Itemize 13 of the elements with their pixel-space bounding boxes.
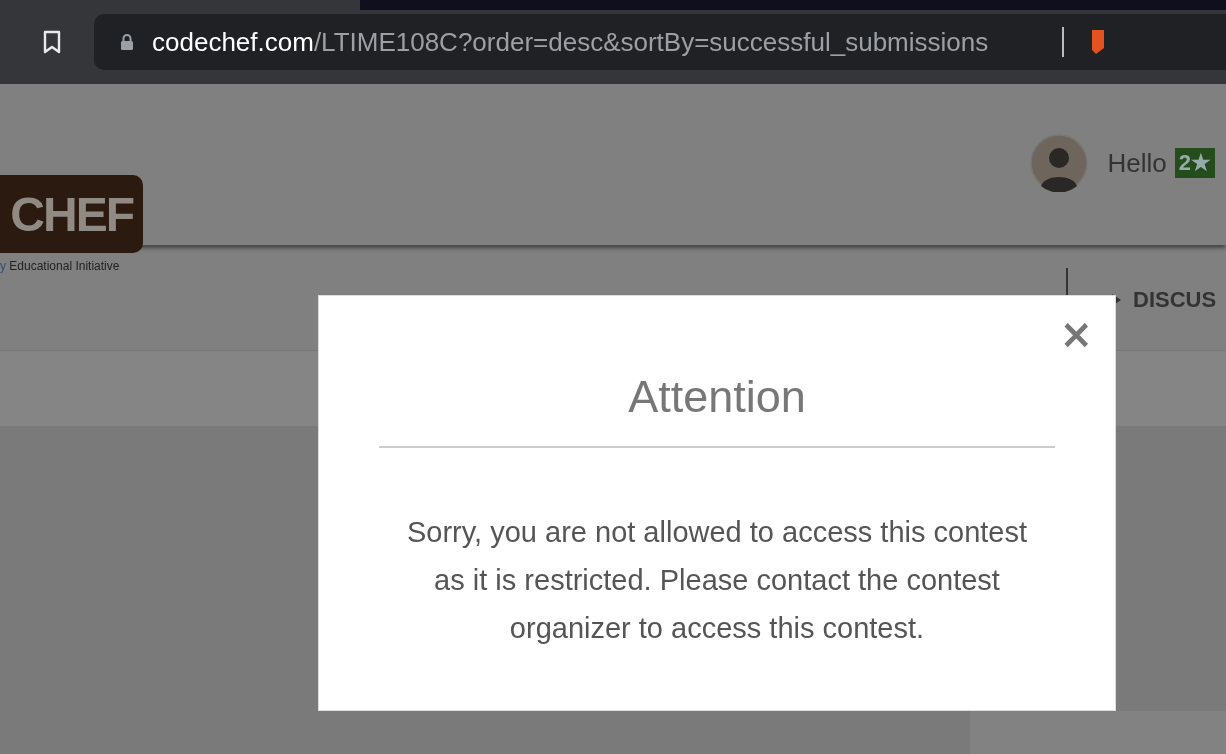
close-button[interactable]: × — [1057, 314, 1095, 354]
bookmark-icon[interactable] — [42, 30, 62, 54]
logo[interactable]: CHEF — [0, 175, 143, 253]
address-bar[interactable]: codechef.com/LTIME108C?order=desc&sortBy=successful_submissions — [94, 14, 1226, 70]
logo-tagline: y Educational Initiative — [0, 259, 121, 273]
shield-icon[interactable] — [1090, 28, 1105, 56]
url-text: codechef.com/LTIME108C?order=desc&sortBy=successful_submissions — [152, 26, 989, 58]
lock-icon — [120, 33, 134, 51]
modal-message: Sorry, you are not allowed to access this contest as it is restricted. Please contact the contest organizer to access this contest. — [405, 515, 1028, 646]
modal-title: Attention — [628, 372, 806, 422]
rating-badge: 2★ — [1174, 148, 1215, 178]
greeting: Hello — [1107, 147, 1167, 179]
avatar[interactable] — [1029, 134, 1088, 192]
